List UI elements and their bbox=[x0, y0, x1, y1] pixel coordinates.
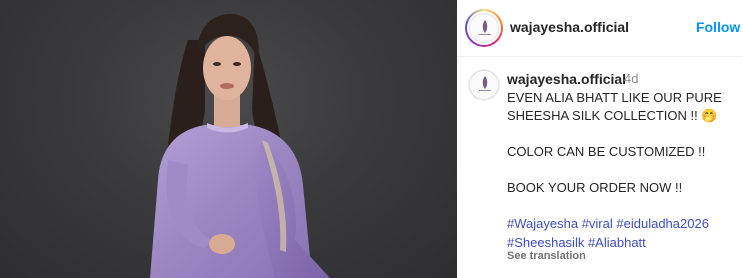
caption-section: wajayesha.official 4d EVEN ALIA BHATT LI… bbox=[457, 56, 743, 278]
avatar[interactable] bbox=[465, 9, 503, 47]
caption-line-1: EVEN ALIA BHATT LIKE OUR PURE SHEESHA SI… bbox=[507, 90, 722, 123]
hashtag-link[interactable]: #Sheeshasilk bbox=[507, 235, 584, 250]
post-username[interactable]: wajayesha.official bbox=[510, 19, 629, 35]
caption-line-3: BOOK YOUR ORDER NOW !! bbox=[507, 180, 683, 195]
hashtag-link[interactable]: #Aliabhatt bbox=[588, 235, 646, 250]
brand-logo-icon bbox=[469, 13, 499, 43]
hashtag-link[interactable]: #eiduladha2026 bbox=[616, 216, 709, 231]
post-sidebar: wajayesha.official Follow wajayesha.offi… bbox=[457, 0, 743, 278]
caption-avatar[interactable] bbox=[468, 69, 500, 101]
post-image[interactable] bbox=[0, 0, 457, 278]
caption-line-2: COLOR CAN BE CUSTOMIZED !! bbox=[507, 144, 706, 159]
hashtag-link[interactable]: #Wajayesha bbox=[507, 216, 578, 231]
post-timestamp[interactable]: 4d bbox=[624, 71, 638, 86]
brand-logo-icon bbox=[469, 70, 499, 100]
follow-button[interactable]: Follow bbox=[696, 19, 740, 35]
hashtag-link[interactable]: #viral bbox=[582, 216, 613, 231]
hashtags: #Wajayesha #viral #eiduladha2026 #Sheesh… bbox=[507, 214, 739, 252]
woman-photo-illustration bbox=[150, 14, 330, 278]
caption-username[interactable]: wajayesha.official bbox=[507, 71, 626, 87]
caption-text: EVEN ALIA BHATT LIKE OUR PURE SHEESHA SI… bbox=[507, 89, 739, 197]
see-translation-link[interactable]: See translation bbox=[507, 250, 586, 262]
post-header: wajayesha.official Follow bbox=[457, 0, 743, 57]
